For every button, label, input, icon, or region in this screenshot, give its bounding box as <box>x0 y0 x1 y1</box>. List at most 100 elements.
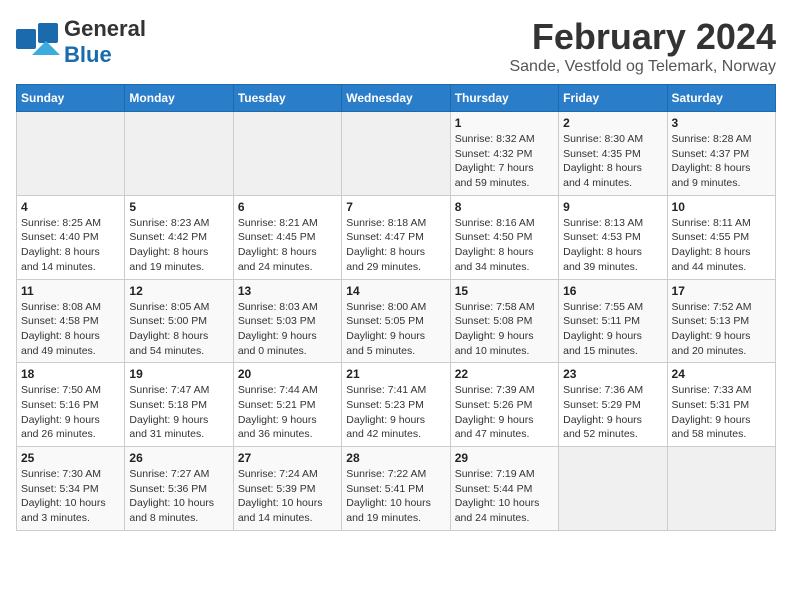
day-number: 12 <box>129 284 228 298</box>
calendar-cell: 5Sunrise: 8:23 AMSunset: 4:42 PMDaylight… <box>125 195 233 279</box>
day-detail: Sunrise: 7:47 AMSunset: 5:18 PMDaylight:… <box>129 383 228 442</box>
calendar-cell: 12Sunrise: 8:05 AMSunset: 5:00 PMDayligh… <box>125 279 233 363</box>
calendar-cell: 10 Sunrise: 8:11 AMSunset: 4:55 PMDayligh… <box>667 195 775 279</box>
calendar-cell: 28 Sunrise: 7:22 AMSunset: 5:41 PMDayligh… <box>342 447 450 531</box>
calendar-cell: 22 Sunrise: 7:39 AMSunset: 5:26 PMDayligh… <box>450 363 558 447</box>
day-number: 14 <box>346 284 445 298</box>
calendar-cell: 26 Sunrise: 7:27 AMSunset: 5:36 PMDayligh… <box>125 447 233 531</box>
day-number: 19 <box>129 367 228 381</box>
day-detail: Sunrise: 7:50 AMSunset: 5:16 PMDaylight:… <box>21 383 120 442</box>
weekday-header-saturday: Saturday <box>667 85 775 112</box>
day-number: 11 <box>21 284 120 298</box>
calendar-cell: 15 Sunrise: 7:58 AMSunset: 5:08 PMDayligh… <box>450 279 558 363</box>
day-detail: Sunrise: 7:39 AMSunset: 5:26 PMDaylight:… <box>455 383 554 442</box>
day-detail: Sunrise: 7:41 AMSunset: 5:23 PMDaylight:… <box>346 383 445 442</box>
calendar-cell: 18 Sunrise: 7:50 AMSunset: 5:16 PMDayligh… <box>17 363 125 447</box>
day-detail: Sunrise: 7:24 AMSunset: 5:39 PMDaylight:… <box>238 467 337 526</box>
day-number: 27 <box>238 451 337 465</box>
calendar-table: SundayMondayTuesdayWednesdayThursdayFrid… <box>16 84 776 531</box>
weekday-header-thursday: Thursday <box>450 85 558 112</box>
day-number: 3 <box>672 116 771 130</box>
day-detail: Sunrise: 8:23 AMSunset: 4:42 PMDaylight:… <box>129 216 228 275</box>
day-detail: Sunrise: 8:13 AMSunset: 4:53 PMDaylight:… <box>563 216 662 275</box>
day-number: 26 <box>129 451 228 465</box>
day-detail: Sunrise: 7:22 AMSunset: 5:41 PMDaylight:… <box>346 467 445 526</box>
day-number: 8 <box>455 200 554 214</box>
day-detail: Sunrise: 8:18 AMSunset: 4:47 PMDaylight:… <box>346 216 445 275</box>
day-detail: Sunrise: 8:03 AMSunset: 5:03 PMDaylight:… <box>238 300 337 359</box>
calendar-cell: 11 Sunrise: 8:08 AMSunset: 4:58 PMDayligh… <box>17 279 125 363</box>
day-detail: Sunrise: 7:55 AMSunset: 5:11 PMDaylight:… <box>563 300 662 359</box>
calendar-cell: 14 Sunrise: 8:00 AMSunset: 5:05 PMDayligh… <box>342 279 450 363</box>
day-number: 20 <box>238 367 337 381</box>
calendar-cell: 9 Sunrise: 8:13 AMSunset: 4:53 PMDaylight… <box>559 195 667 279</box>
calendar-cell <box>667 447 775 531</box>
day-detail: Sunrise: 7:27 AMSunset: 5:36 PMDaylight:… <box>129 467 228 526</box>
calendar-cell: 19 Sunrise: 7:47 AMSunset: 5:18 PMDayligh… <box>125 363 233 447</box>
calendar-cell: 4 Sunrise: 8:25 AMSunset: 4:40 PMDaylight… <box>17 195 125 279</box>
calendar-cell: 21 Sunrise: 7:41 AMSunset: 5:23 PMDayligh… <box>342 363 450 447</box>
day-detail: Sunrise: 7:58 AMSunset: 5:08 PMDaylight:… <box>455 300 554 359</box>
day-number: 4 <box>21 200 120 214</box>
day-detail: Sunrise: 8:21 AMSunset: 4:45 PMDaylight:… <box>238 216 337 275</box>
calendar-cell: 24 Sunrise: 7:33 AMSunset: 5:31 PMDayligh… <box>667 363 775 447</box>
day-number: 21 <box>346 367 445 381</box>
day-detail: Sunrise: 7:36 AMSunset: 5:29 PMDaylight:… <box>563 383 662 442</box>
day-detail: Sunrise: 8:08 AMSunset: 4:58 PMDaylight:… <box>21 300 120 359</box>
day-detail: Sunrise: 8:11 AMSunset: 4:55 PMDaylight:… <box>672 216 771 275</box>
day-detail: Sunrise: 8:30 AMSunset: 4:35 PMDaylight:… <box>563 132 662 191</box>
day-number: 1 <box>455 116 554 130</box>
day-number: 7 <box>346 200 445 214</box>
calendar-cell: 7 Sunrise: 8:18 AMSunset: 4:47 PMDaylight… <box>342 195 450 279</box>
calendar-cell: 13 Sunrise: 8:03 AMSunset: 5:03 PMDayligh… <box>233 279 341 363</box>
day-number: 6 <box>238 200 337 214</box>
calendar-cell: 1 Sunrise: 8:32 AMSunset: 4:32 PMDaylight… <box>450 112 558 196</box>
calendar-cell: 6 Sunrise: 8:21 AMSunset: 4:45 PMDaylight… <box>233 195 341 279</box>
calendar-cell: 8 Sunrise: 8:16 AMSunset: 4:50 PMDaylight… <box>450 195 558 279</box>
location-title: Sande, Vestfold og Telemark, Norway <box>509 58 776 76</box>
day-detail: Sunrise: 7:44 AMSunset: 5:21 PMDaylight:… <box>238 383 337 442</box>
calendar-cell <box>125 112 233 196</box>
header-area: General Blue February 2024 Sande, Vestfo… <box>16 16 776 76</box>
weekday-header-wednesday: Wednesday <box>342 85 450 112</box>
day-number: 15 <box>455 284 554 298</box>
weekday-header-monday: Monday <box>125 85 233 112</box>
day-number: 24 <box>672 367 771 381</box>
day-number: 10 <box>672 200 771 214</box>
weekday-header-friday: Friday <box>559 85 667 112</box>
calendar-cell <box>559 447 667 531</box>
day-detail: Sunrise: 7:19 AMSunset: 5:44 PMDaylight:… <box>455 467 554 526</box>
weekday-header-tuesday: Tuesday <box>233 85 341 112</box>
day-detail: Sunrise: 8:00 AMSunset: 5:05 PMDaylight:… <box>346 300 445 359</box>
day-number: 16 <box>563 284 662 298</box>
day-number: 9 <box>563 200 662 214</box>
day-number: 28 <box>346 451 445 465</box>
calendar-cell: 29Sunrise: 7:19 AMSunset: 5:44 PMDayligh… <box>450 447 558 531</box>
day-number: 18 <box>21 367 120 381</box>
logo: General Blue <box>16 16 146 68</box>
calendar-cell: 27 Sunrise: 7:24 AMSunset: 5:39 PMDayligh… <box>233 447 341 531</box>
day-detail: Sunrise: 7:33 AMSunset: 5:31 PMDaylight:… <box>672 383 771 442</box>
calendar-cell: 20 Sunrise: 7:44 AMSunset: 5:21 PMDayligh… <box>233 363 341 447</box>
day-detail: Sunrise: 8:16 AMSunset: 4:50 PMDaylight:… <box>455 216 554 275</box>
day-detail: Sunrise: 8:32 AMSunset: 4:32 PMDaylight:… <box>455 132 554 191</box>
day-number: 17 <box>672 284 771 298</box>
calendar-cell: 23Sunrise: 7:36 AMSunset: 5:29 PMDayligh… <box>559 363 667 447</box>
title-block: February 2024 Sande, Vestfold og Telemar… <box>509 16 776 76</box>
calendar-cell: 25Sunrise: 7:30 AMSunset: 5:34 PMDayligh… <box>17 447 125 531</box>
logo-text: General Blue <box>64 16 146 67</box>
day-number: 13 <box>238 284 337 298</box>
day-detail: Sunrise: 7:52 AMSunset: 5:13 PMDaylight:… <box>672 300 771 359</box>
calendar-cell: 17 Sunrise: 7:52 AMSunset: 5:13 PMDayligh… <box>667 279 775 363</box>
calendar-cell <box>342 112 450 196</box>
calendar-cell: 2 Sunrise: 8:30 AMSunset: 4:35 PMDaylight… <box>559 112 667 196</box>
calendar-cell <box>17 112 125 196</box>
month-title: February 2024 <box>509 16 776 58</box>
calendar-cell: 3Sunrise: 8:28 AMSunset: 4:37 PMDaylight… <box>667 112 775 196</box>
weekday-header-sunday: Sunday <box>17 85 125 112</box>
day-number: 2 <box>563 116 662 130</box>
calendar-cell <box>233 112 341 196</box>
day-number: 22 <box>455 367 554 381</box>
day-number: 25 <box>21 451 120 465</box>
day-detail: Sunrise: 8:25 AMSunset: 4:40 PMDaylight:… <box>21 216 120 275</box>
